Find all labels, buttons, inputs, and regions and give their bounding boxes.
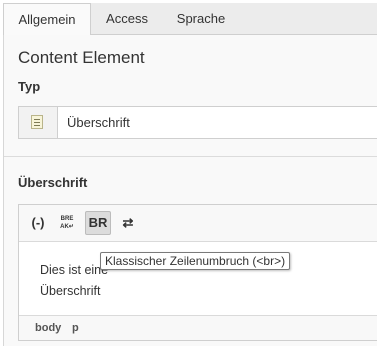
editor-toolbar: (-) BRE AK↵ BR ⇄ <box>19 205 377 242</box>
content-line: Überschrift <box>40 284 101 298</box>
break-return-icon[interactable]: BRE AK↵ <box>56 211 78 235</box>
type-select-value: Überschrift <box>67 115 130 130</box>
rich-text-editor: (-) BRE AK↵ BR ⇄ Dies ist eine Überschri… <box>18 204 377 341</box>
type-select[interactable]: Überschrift <box>18 106 377 139</box>
tab-allgemein[interactable]: Allgemein <box>3 3 91 36</box>
tab-panel: Content Element Typ Überschrift Überschr… <box>3 35 377 346</box>
content-element-header-icon <box>31 115 43 129</box>
tab-access[interactable]: Access <box>95 3 159 35</box>
linebreak-br-icon[interactable]: BR <box>85 211 111 235</box>
section-title: Content Element <box>18 48 145 67</box>
remove-format-icon[interactable]: (-) <box>25 211 51 235</box>
path-item-p[interactable]: p <box>72 322 79 334</box>
type-icon-addon <box>19 107 58 138</box>
path-item-body[interactable]: body <box>35 322 61 334</box>
element-path-bar: body p <box>19 315 377 340</box>
tooltip: Klassischer Zeilenumbruch (<br>) <box>100 252 291 270</box>
type-label: Typ <box>18 79 41 94</box>
clean-paste-icon[interactable]: ⇄ <box>115 211 141 235</box>
editor-label: Überschrift <box>18 175 88 190</box>
section-divider <box>4 156 377 157</box>
tab-sprache[interactable]: Sprache <box>163 3 239 35</box>
tab-bar: Allgemein Access Sprache <box>3 3 377 36</box>
